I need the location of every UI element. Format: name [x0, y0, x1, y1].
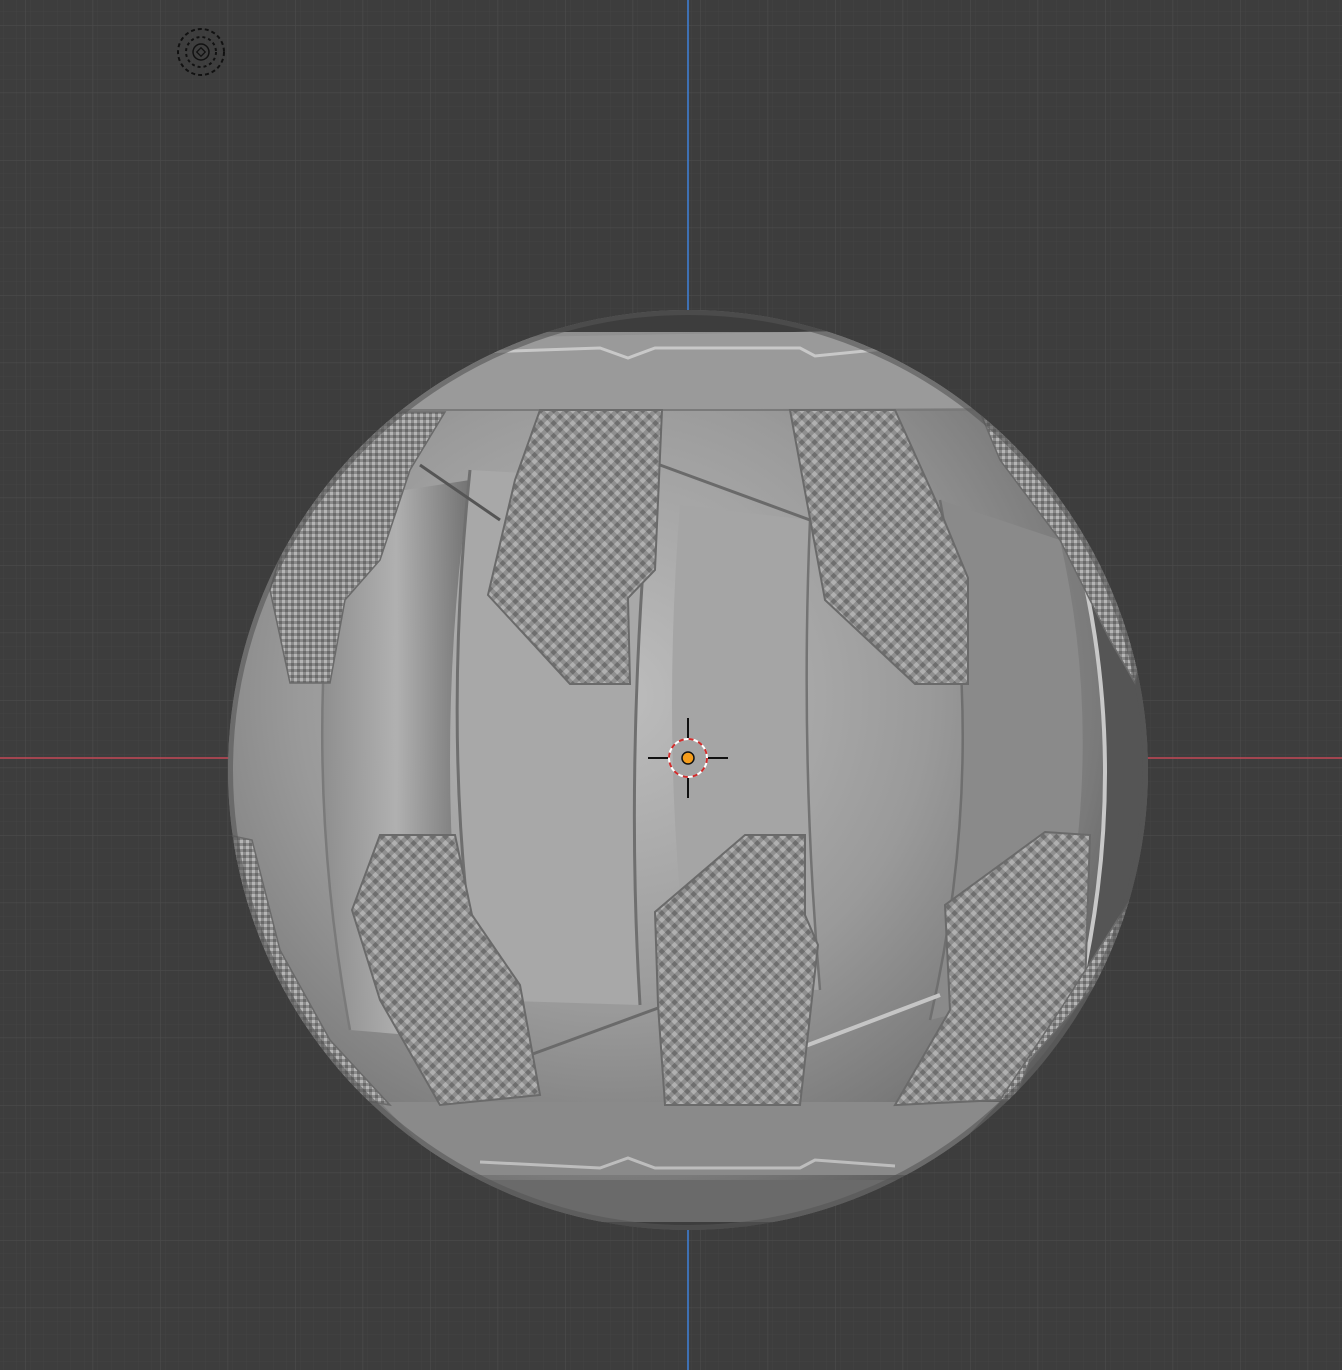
object-origin-icon[interactable]: [681, 751, 695, 765]
viewport-canvas[interactable]: [0, 0, 1342, 1370]
3d-viewport[interactable]: [0, 0, 1342, 1370]
